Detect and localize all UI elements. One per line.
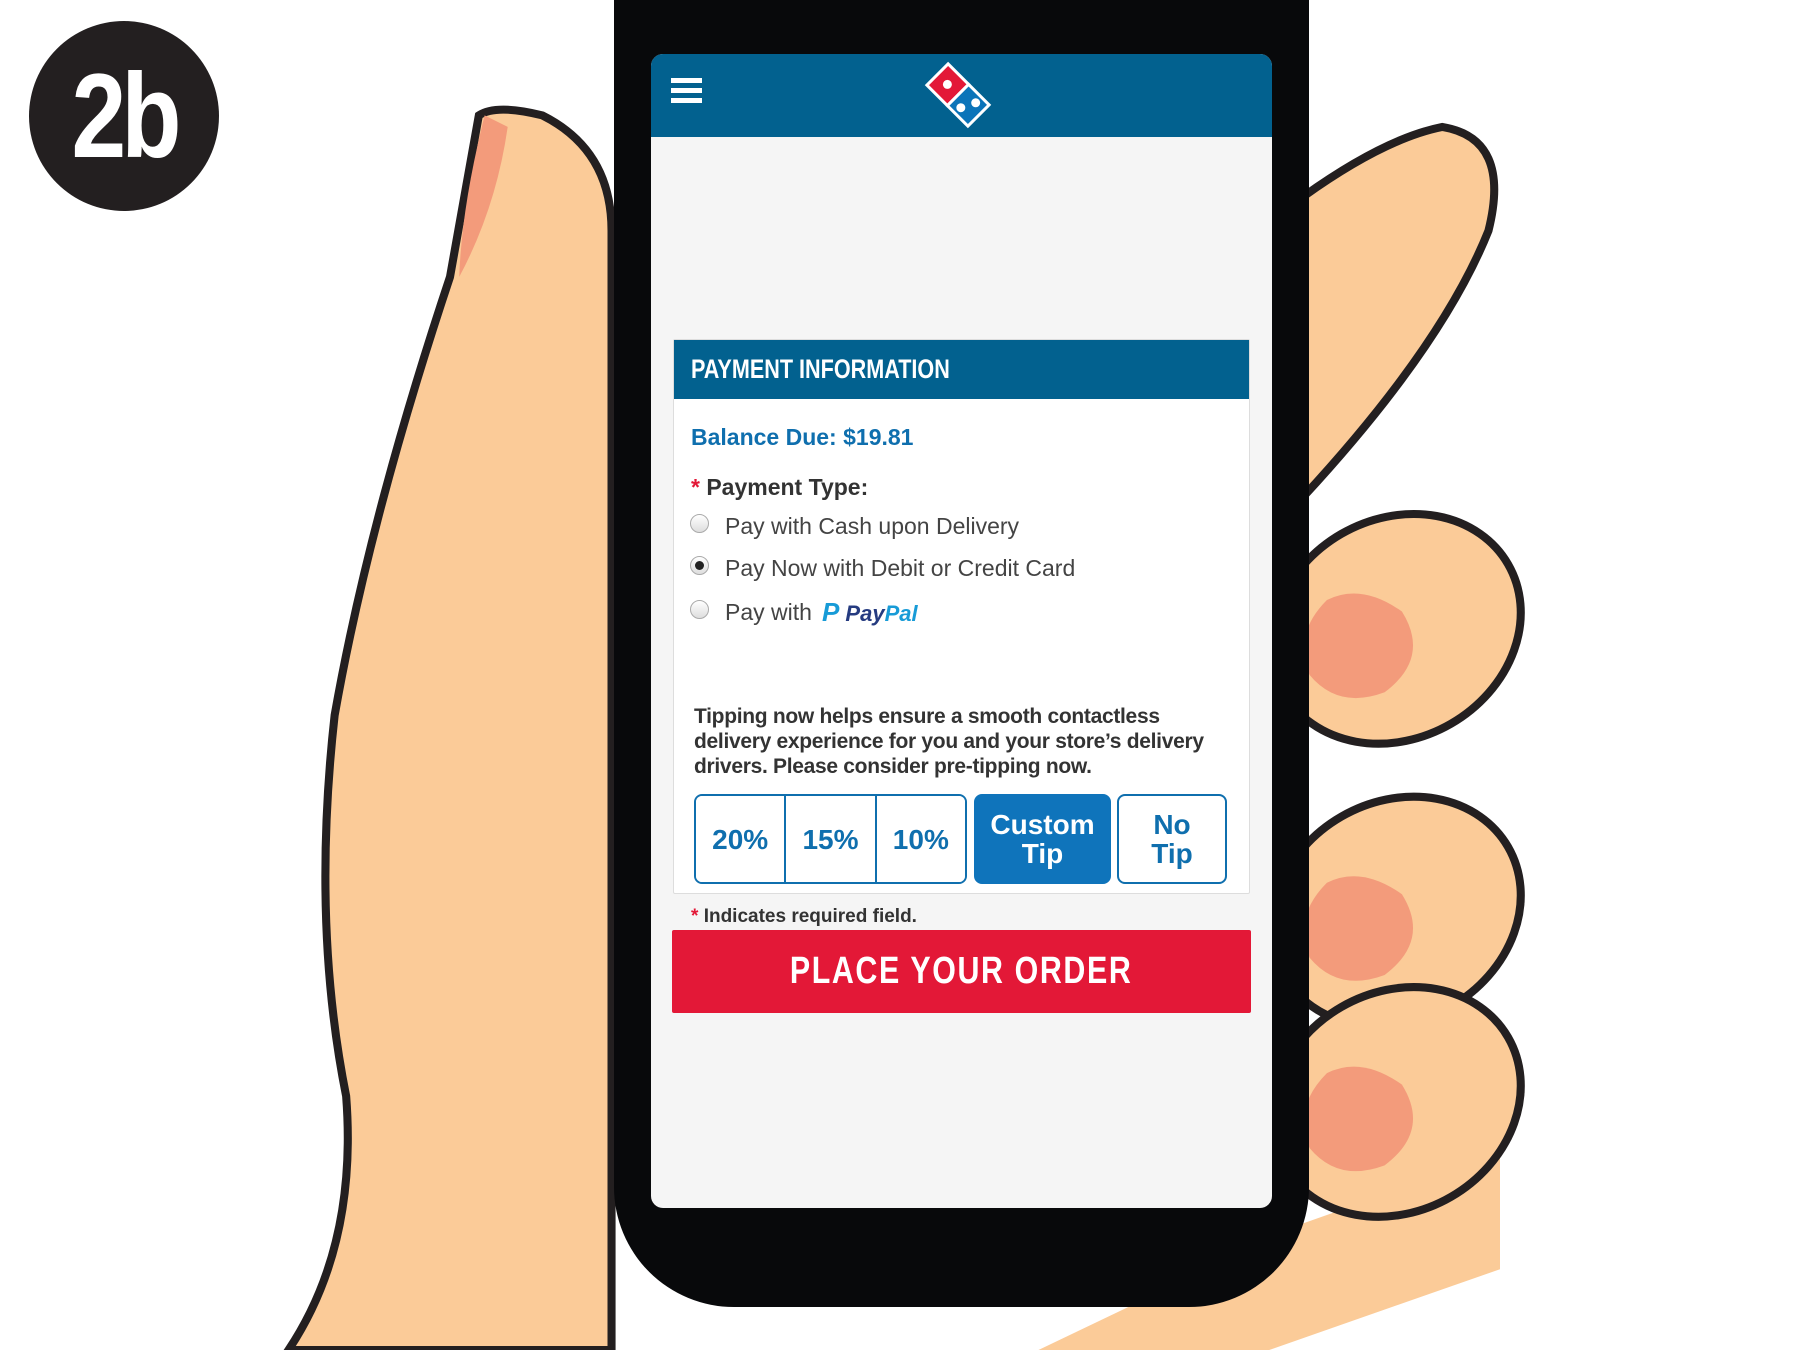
dominos-logo-icon[interactable]: [923, 60, 993, 130]
custom-tip-button[interactable]: Custom Tip: [974, 794, 1111, 884]
tip-20-button[interactable]: 20%: [696, 796, 787, 882]
hamburger-icon[interactable]: [671, 78, 702, 108]
radio-cash[interactable]: Pay with Cash upon Delivery: [690, 513, 1019, 540]
place-order-button[interactable]: PLACE YOUR ORDER: [672, 930, 1251, 1013]
tip-15-button[interactable]: 15%: [786, 796, 877, 882]
radio-button-selected[interactable]: [690, 556, 709, 575]
radio-paypal[interactable]: Pay with P PayPal: [690, 597, 918, 628]
payment-type-label: * Payment Type:: [691, 474, 869, 500]
no-tip-button[interactable]: No Tip: [1117, 794, 1227, 884]
step-badge: 2b: [29, 21, 219, 211]
tip-percent-group: 20% 15% 10%: [694, 794, 967, 884]
balance-due: Balance Due: $19.81: [691, 424, 914, 450]
tip-10-button[interactable]: 10%: [876, 796, 965, 882]
radio-card[interactable]: Pay Now with Debit or Credit Card: [690, 555, 1075, 582]
tip-message: Tipping now helps ensure a smooth contac…: [694, 705, 1204, 778]
required-note: * Indicates required field.: [691, 906, 917, 927]
panel-title: PAYMENT INFORMATION: [674, 340, 1249, 399]
app-header: [651, 54, 1272, 137]
paypal-logo-icon: P PayPal: [821, 597, 918, 627]
radio-button[interactable]: [690, 600, 709, 619]
payment-information-panel: PAYMENT INFORMATION Balance Due: $19.81 …: [673, 339, 1250, 927]
radio-button[interactable]: [690, 514, 709, 533]
phone-screen: PAYMENT INFORMATION Balance Due: $19.81 …: [651, 54, 1272, 1208]
